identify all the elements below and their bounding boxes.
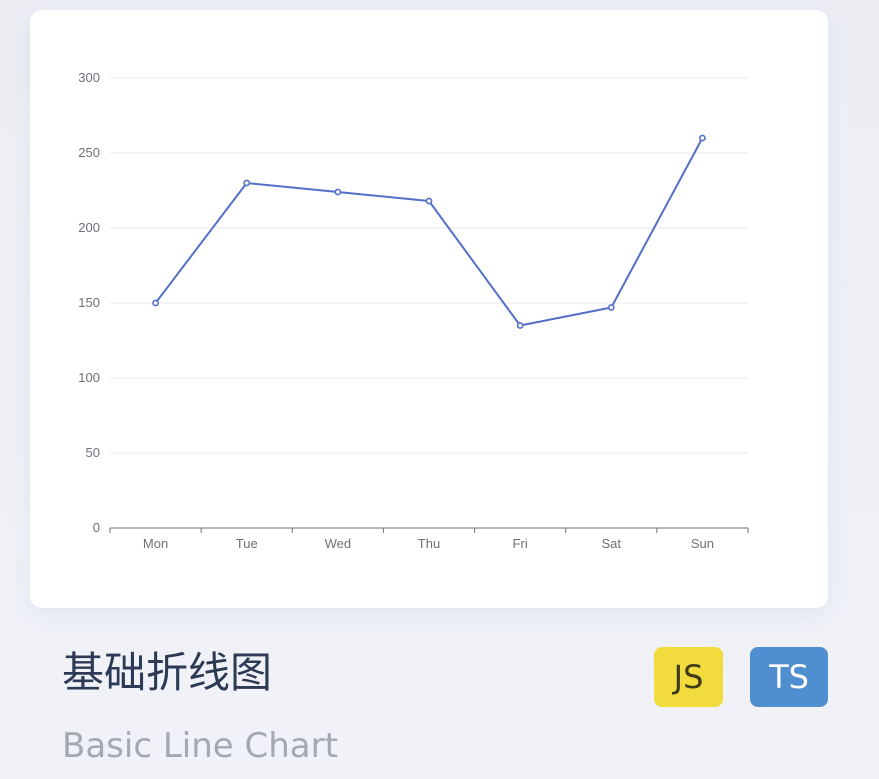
grid-lines xyxy=(110,77,748,454)
y-tick-label: 300 xyxy=(78,70,100,85)
y-tick-label: 200 xyxy=(78,220,100,235)
line-chart: 0 50 100 150 200 250 300 Mon Tue Wed Thu Fri Sat Sun xyxy=(78,70,749,551)
example-title-zh: 基础折线图 xyxy=(62,648,273,697)
x-tick-label: Tue xyxy=(236,536,258,551)
x-tick-label: Mon xyxy=(143,536,168,551)
y-tick-label: 50 xyxy=(86,445,100,460)
x-tick-label: Thu xyxy=(418,536,440,551)
data-point xyxy=(152,299,159,307)
example-title-en: Basic Line Chart xyxy=(62,726,338,766)
ts-badge[interactable]: TS xyxy=(750,647,828,707)
y-tick-label: 100 xyxy=(78,370,100,385)
x-tick-label: Wed xyxy=(325,536,352,551)
data-point xyxy=(425,197,433,205)
series-line-layer xyxy=(154,137,704,327)
data-point xyxy=(243,179,251,187)
x-tick-label: Sun xyxy=(691,536,714,551)
x-tick-label: Fri xyxy=(513,536,528,551)
chart-preview-card[interactable]: 0 50 100 150 200 250 300 Mon Tue Wed Thu Fri Sat Sun xyxy=(30,10,828,608)
data-point xyxy=(607,304,615,311)
y-axis-labels: 0 50 100 150 200 250 300 xyxy=(78,70,100,535)
data-point xyxy=(699,134,706,142)
y-tick-label: 0 xyxy=(93,520,100,535)
y-tick-label: 250 xyxy=(78,145,100,160)
x-tick-label: Sat xyxy=(602,536,622,551)
series-points xyxy=(152,134,706,329)
x-axis-labels: Mon Tue Wed Thu Fri Sat Sun xyxy=(143,536,714,551)
series-line xyxy=(154,137,704,327)
data-point xyxy=(334,188,342,196)
y-tick-label: 150 xyxy=(78,295,100,310)
data-point xyxy=(516,322,524,329)
x-axis xyxy=(109,527,749,533)
example-tile: 0 50 100 150 200 250 300 Mon Tue Wed Thu Fri Sat Sun… xyxy=(0,0,879,779)
js-badge[interactable]: JS xyxy=(654,647,723,707)
